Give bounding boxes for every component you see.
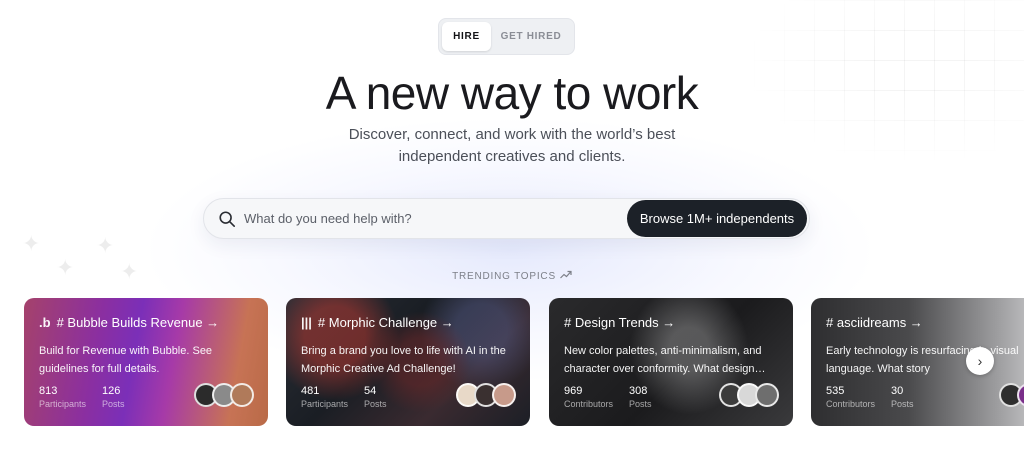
avatar — [492, 383, 516, 407]
stat-posts-label: Posts — [364, 399, 387, 409]
browse-button[interactable]: Browse 1M+ independents — [627, 200, 807, 237]
stat-contributors-count: 535 — [826, 385, 845, 397]
decorative-sparkles: ✦ ✦ ✦ ✦ — [22, 231, 139, 284]
stat-contributors-label: Contributors — [564, 399, 614, 409]
trending-label: TRENDING TOPICS — [452, 271, 556, 282]
search-bar: Browse 1M+ independents — [203, 198, 810, 239]
avatar-group — [194, 383, 254, 407]
trending-topics-label: TRENDING TOPICS — [0, 270, 1024, 282]
page-title: A new way to work — [325, 67, 699, 119]
card-stats: 969 Contributors 308 Posts — [564, 385, 652, 410]
stat-posts-count: 54 — [364, 385, 377, 397]
card-header: # asciidreams → — [826, 315, 923, 330]
carousel-next-button[interactable]: › — [966, 347, 994, 375]
page-subtitle: Discover, connect, and work with the wor… — [348, 126, 676, 165]
bubble-logo-icon: .b — [39, 315, 51, 330]
morphic-logo-icon: ||| — [301, 315, 312, 330]
stat-participants-count: 813 — [39, 385, 58, 397]
avatar — [230, 383, 254, 407]
toggle-get-hired[interactable]: GET HIRED — [491, 22, 571, 51]
card-title: # Bubble Builds Revenue → — [56, 315, 220, 330]
avatar-group — [456, 383, 516, 407]
trend-up-icon — [560, 270, 572, 279]
card-header: ||| # Morphic Challenge → — [301, 315, 454, 330]
stat-posts-count: 30 — [891, 385, 904, 397]
topic-card-bubble[interactable]: .b # Bubble Builds Revenue → Build for R… — [24, 298, 268, 426]
card-description: Build for Revenue with Bubble. See guide… — [39, 345, 213, 375]
card-title: # Morphic Challenge → — [317, 315, 454, 330]
card-header: # Design Trends → — [564, 315, 675, 330]
card-header: .b # Bubble Builds Revenue → — [39, 315, 219, 330]
chevron-right-icon: › — [977, 353, 983, 369]
stat-participants-count: 481 — [301, 385, 320, 397]
stat-posts-label: Posts — [629, 399, 652, 409]
card-stats: 535 Contributors 30 Posts — [826, 385, 914, 410]
stat-posts-count: 126 — [102, 385, 121, 397]
card-stats: 813 Participants 126 Posts — [39, 385, 125, 410]
search-icon — [219, 210, 236, 227]
toggle-hire[interactable]: HIRE — [442, 22, 491, 51]
card-title: # Design Trends → — [564, 315, 676, 330]
card-description: Early technology is resurfacing in visua… — [826, 345, 1019, 375]
stat-contributors-count: 969 — [564, 385, 583, 397]
card-title: # asciidreams → — [826, 315, 923, 330]
card-description: New color palettes, anti-minimalism, and… — [564, 345, 766, 375]
stat-posts-count: 308 — [629, 385, 648, 397]
trending-cards-carousel: .b # Bubble Builds Revenue → Build for R… — [24, 298, 1024, 428]
avatar-group — [719, 383, 779, 407]
hire-toggle: HIRE GET HIRED — [438, 18, 575, 55]
avatar — [755, 383, 779, 407]
card-stats: 481 Participants 54 Posts — [301, 385, 387, 410]
stat-contributors-label: Contributors — [826, 399, 876, 409]
card-description: Bring a brand you love to life with AI i… — [301, 345, 506, 375]
stat-participants-label: Participants — [39, 399, 87, 409]
search-input[interactable] — [244, 211, 627, 226]
topic-card-morphic[interactable]: ||| # Morphic Challenge → Bring a brand … — [286, 298, 530, 426]
topic-card-design-trends[interactable]: # Design Trends → New color palettes, an… — [549, 298, 793, 426]
stat-participants-label: Participants — [301, 399, 349, 409]
avatar-group — [999, 383, 1024, 407]
stat-posts-label: Posts — [102, 399, 125, 409]
stat-posts-label: Posts — [891, 399, 914, 409]
